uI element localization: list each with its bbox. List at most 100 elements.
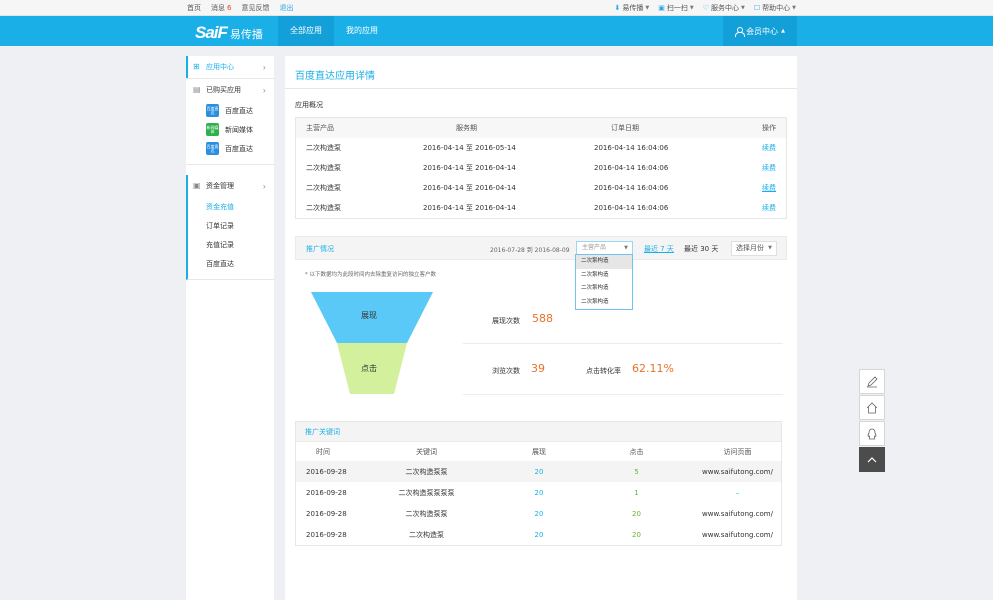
- keywords-table: 推广关键词 时间 关键词 展现 点击 访问页面 2016-09-28 二次构造泵…: [295, 421, 782, 546]
- overview-label: 应用概况: [295, 101, 323, 109]
- tab-all-apps[interactable]: 全部应用: [278, 16, 334, 46]
- main-header: SaiF 易传播 全部应用 我的应用 会员中心 ▲: [0, 16, 993, 46]
- main-nav: 全部应用 我的应用: [278, 16, 390, 46]
- back-to-top-button[interactable]: [859, 447, 885, 472]
- table-cell: 二次构造泵泵泵泵: [398, 488, 455, 497]
- table-cell: 2016-04-14 至 2016-05-14: [423, 144, 516, 152]
- table-row: 二次构造泵 2016-04-14 至 2016-04-14 2016-04-14…: [296, 198, 786, 218]
- sidebar-item-app-center[interactable]: ⊞ 应用中心 ›: [186, 56, 274, 78]
- funnel-bottom-label: 点击: [361, 363, 377, 373]
- renew-link[interactable]: 续费: [721, 143, 786, 153]
- main-content: 百度直达应用详情 应用概况 主营产品 服务期 订单日期 操作 二次构造泵 201…: [285, 56, 797, 600]
- sidebar-sub-baidu[interactable]: 百度直达: [188, 254, 274, 273]
- col-header: 时间: [316, 447, 330, 456]
- sidebar-app-baidu-2[interactable]: 百度直达 百度直达: [186, 139, 274, 158]
- chevron-right-icon: ›: [262, 181, 266, 191]
- scan-menu[interactable]: ▣ 扫一扫 ▼: [658, 3, 693, 13]
- table-cell: –: [735, 488, 740, 497]
- service-center-menu[interactable]: ♡ 服务中心 ▼: [703, 3, 745, 13]
- table-cell: 二次构造泵: [409, 530, 444, 539]
- table-cell: 2016-04-14 16:04:06: [594, 144, 669, 152]
- table-header: 主营产品 服务期 订单日期 操作: [296, 118, 786, 138]
- qq-button[interactable]: [859, 421, 885, 446]
- overview-table: 主营产品 服务期 订单日期 操作 二次构造泵 2016-04-14 至 2016…: [295, 117, 787, 219]
- download-icon: ⬇: [614, 4, 621, 12]
- table-cell: 2016-04-14 至 2016-04-14: [423, 184, 516, 192]
- sidebar-sub-recharge[interactable]: 资金充值: [188, 197, 274, 216]
- last-30-days-link[interactable]: 最近 30 天: [684, 244, 718, 254]
- impressions-value: 588: [532, 312, 553, 325]
- table-cell: 20: [534, 509, 544, 518]
- table-cell: 2016-09-28: [306, 467, 347, 476]
- dropdown-option[interactable]: 二次泵构造: [576, 296, 632, 310]
- qr-icon: ▣: [658, 4, 665, 12]
- help-center-label: 帮助中心: [762, 4, 791, 12]
- logo-text: 易传播: [229, 28, 263, 41]
- divider: [463, 394, 783, 395]
- sidebar-app-baidu[interactable]: 百度直达 百度直达: [186, 101, 274, 120]
- sidebar-item-label: 应用中心: [206, 63, 234, 71]
- sidebar-app-label: 百度直达: [225, 144, 253, 153]
- renew-link[interactable]: 续费: [721, 203, 786, 213]
- chevron-down-icon: ▼: [624, 245, 628, 251]
- table-row: 二次构造泵 2016-04-14 至 2016-04-14 2016-04-14…: [296, 158, 786, 178]
- promo-title: 推广情况: [306, 245, 334, 253]
- messages-link[interactable]: 消息 6: [211, 3, 231, 13]
- date-range[interactable]: 2016-07-28 到 2016-08-09: [490, 245, 570, 254]
- news-app-icon: 新闻媒体: [206, 123, 219, 136]
- dropdown-option[interactable]: 二次泵构造: [576, 282, 632, 296]
- product-dropdown-menu: 二次泵构造 二次泵构造 二次泵构造 二次泵构造: [575, 254, 633, 310]
- table-row: 2016-09-28 二次构造泵 20 20 www.saifutong.com…: [296, 524, 781, 545]
- yichuanbo-menu[interactable]: ⬇ 易传播 ▼: [615, 3, 650, 13]
- table-cell: 二次构造泵: [306, 204, 341, 212]
- table-cell: 二次构造泵: [306, 164, 341, 172]
- month-select-value: 选择月份: [736, 244, 764, 252]
- sidebar-app-news-media[interactable]: 新闻媒体 新闻媒体: [186, 120, 274, 139]
- renew-link[interactable]: 续费: [721, 183, 786, 193]
- help-center-menu[interactable]: ☐ 帮助中心 ▼: [754, 3, 796, 13]
- edit-button[interactable]: [859, 369, 885, 394]
- col-header: 服务期: [456, 124, 477, 132]
- table-cell: 5: [634, 467, 639, 476]
- bag-icon: ▤: [193, 85, 201, 94]
- home-link[interactable]: 首页: [187, 3, 201, 13]
- sidebar-item-funds[interactable]: ▣ 资金管理 ›: [188, 175, 274, 197]
- conversion-funnel: 展现 点击: [311, 292, 433, 394]
- yichuanbo-label: 易传播: [622, 4, 644, 12]
- heart-icon: ♡: [702, 4, 709, 12]
- sidebar-sub-orders[interactable]: 订单记录: [188, 216, 274, 235]
- chevron-right-icon: ›: [262, 85, 266, 95]
- logout-link[interactable]: 退出: [279, 3, 293, 13]
- ctr-value: 62.11%: [632, 362, 674, 375]
- renew-link[interactable]: 续费: [721, 163, 786, 173]
- sidebar-app-label: 新闻媒体: [225, 125, 253, 134]
- chevron-down-icon: ▼: [645, 5, 650, 11]
- table-cell: 2016-04-14 16:04:06: [594, 184, 669, 192]
- home-button[interactable]: [859, 395, 885, 420]
- sidebar-item-purchased[interactable]: ▤ 已购买应用 ›: [186, 79, 274, 101]
- member-center-button[interactable]: 会员中心 ▲: [723, 16, 797, 46]
- dropdown-option[interactable]: 二次泵构造: [576, 255, 632, 269]
- chevron-down-icon: ▼: [768, 245, 772, 251]
- last-7-days-link[interactable]: 最近 7 天: [644, 244, 674, 254]
- qq-icon: [867, 428, 877, 439]
- table-row: 2016-09-28 二次构造泵泵 20 5 www.saifutong.com…: [296, 461, 781, 482]
- sidebar-app-label: 百度直达: [225, 106, 253, 115]
- feedback-link[interactable]: 意见反馈: [241, 3, 269, 13]
- col-header: 订单日期: [611, 124, 639, 132]
- table-cell: 20: [534, 467, 544, 476]
- tab-my-apps[interactable]: 我的应用: [334, 16, 390, 46]
- chevron-up-icon: ▲: [781, 28, 785, 34]
- sidebar: ⊞ 应用中心 › ▤ 已购买应用 › 百度直达 百度直达 新闻媒体 新闻媒体 百…: [186, 56, 274, 600]
- table-row: 二次构造泵 2016-04-14 至 2016-05-14 2016-04-14…: [296, 138, 786, 158]
- logo-mark: SaiF: [195, 23, 228, 42]
- dropdown-option[interactable]: 二次泵构造: [576, 269, 632, 283]
- month-select[interactable]: 选择月份 ▼: [731, 241, 777, 256]
- product-select[interactable]: 主营产品 ▼: [576, 241, 633, 255]
- promo-filter-bar: 推广情况 2016-07-28 到 2016-08-09 主营产品 ▼ 最近 7…: [295, 236, 787, 260]
- sidebar-sub-recharge-records[interactable]: 充值记录: [188, 235, 274, 254]
- table-cell: www.saifutong.com/: [702, 530, 773, 539]
- chevron-down-icon: ▼: [792, 5, 796, 11]
- logo[interactable]: SaiF 易传播: [195, 23, 263, 43]
- divider: [285, 88, 797, 89]
